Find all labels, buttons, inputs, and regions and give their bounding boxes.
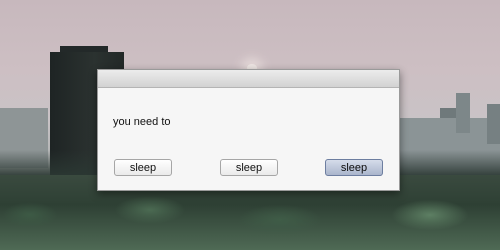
building (487, 104, 500, 144)
building (456, 93, 470, 133)
dialog-titlebar[interactable] (98, 70, 399, 88)
sleep-button-middle[interactable]: sleep (220, 159, 278, 176)
dialog-message: you need to (113, 116, 171, 128)
alert-dialog: you need to sleep sleep sleep (97, 69, 400, 191)
sleep-button-default[interactable]: sleep (325, 159, 383, 176)
sleep-button-left[interactable]: sleep (114, 159, 172, 176)
